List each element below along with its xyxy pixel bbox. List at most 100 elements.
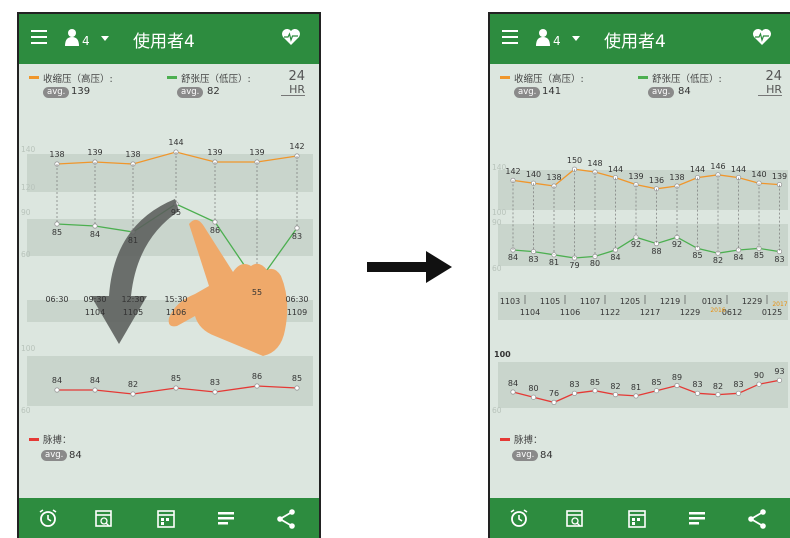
pulse-value-label: 85 [589, 377, 601, 387]
date-label: 0125 [761, 308, 783, 317]
diastolic-value-label: 84 [610, 253, 621, 262]
pulse-value-label: 83 [692, 380, 703, 390]
pulse-value-label: 84 [507, 379, 519, 388]
systolic-value-label: 144 [730, 164, 747, 174]
time-label: 15:30 [164, 295, 188, 304]
diastolic-value-label: 92 [671, 240, 683, 250]
pulse-value-label: 90 [753, 371, 765, 381]
alarm-icon[interactable] [508, 508, 530, 530]
pulse-point [571, 390, 578, 396]
date-label: 0103 [701, 297, 723, 306]
transition-arrow-head [426, 251, 452, 283]
pulse-point [674, 382, 680, 389]
pulse-point [694, 390, 701, 396]
diastolic-value-label: 85 [692, 251, 703, 261]
date-label: 1205 [619, 297, 641, 306]
pulse-value-label: 81 [630, 382, 642, 392]
diastolic-value-label: 84 [733, 253, 744, 262]
diastolic-value-label: 81 [127, 236, 139, 245]
systolic-value-label: 136 [648, 175, 665, 185]
pulse-value-label: 82 [712, 381, 724, 391]
year-label: 2017 [772, 301, 788, 308]
pulse-value-label: 76 [548, 389, 560, 399]
diastolic-value-label: 79 [569, 261, 580, 270]
pulse-value-label: 83 [569, 380, 580, 390]
systolic-value-label: 138 [49, 150, 65, 159]
pulse-point [653, 388, 660, 394]
pulse-value-label: 93 [774, 367, 785, 377]
date-label: 1106 [165, 308, 187, 317]
diastolic-value-label: 84 [89, 230, 101, 239]
diastolic-value-label: 83 [528, 254, 539, 264]
date-label: 1104 [84, 308, 106, 317]
systolic-value-label: 139 [628, 171, 644, 181]
pulse-legend-swatch [500, 438, 510, 441]
systolic-value-label: 148 [587, 159, 603, 168]
transition-arrow [367, 262, 429, 272]
list-icon[interactable] [215, 508, 237, 530]
pulse-value-label: 80 [528, 384, 539, 394]
pulse-value-label: 85 [291, 374, 303, 383]
systolic-value-label: 138 [125, 150, 141, 159]
pulse-point [715, 391, 721, 398]
date-label: 1104 [519, 308, 541, 317]
pulse-legend-swatch [29, 438, 39, 441]
systolic-value-label: 139 [207, 148, 223, 157]
diastolic-value-label: 95 [170, 208, 182, 217]
right-phone-screen: 4 使用者4 收缩压（高压）: avg. 141 舒张压（低压）: avg. 8… [488, 12, 790, 538]
systolic-value-label: 144 [607, 164, 624, 174]
pulse-value-label: 83 [733, 380, 744, 390]
date-label: 1217 [639, 308, 661, 317]
pulse-point [756, 381, 762, 387]
pulse-value-label: 86 [251, 372, 263, 381]
avg-badge: avg. [512, 450, 539, 461]
diastolic-value-label: 83 [291, 232, 303, 241]
calendar-icon[interactable] [155, 508, 177, 530]
alarm-icon[interactable] [37, 508, 59, 530]
date-label: 1106 [559, 308, 581, 317]
time-label: 12:30 [121, 295, 145, 304]
calendar-search-icon[interactable] [564, 508, 586, 530]
time-label: 06:30 [45, 295, 69, 304]
date-label: 1103 [499, 297, 521, 306]
time-label: 06:30 [285, 295, 309, 304]
systolic-value-label: 150 [566, 156, 583, 166]
avg-badge: avg. [41, 450, 68, 461]
systolic-value-label: 140 [751, 170, 767, 180]
pulse-value-label: 82 [127, 380, 139, 389]
share-icon[interactable] [275, 508, 297, 530]
list-icon[interactable] [686, 508, 708, 530]
systolic-value-label: 144 [168, 138, 184, 147]
diastolic-value-label: 81 [548, 257, 560, 267]
pulse-point [551, 399, 557, 405]
systolic-value-label: 139 [87, 148, 103, 157]
calendar-icon[interactable] [626, 508, 648, 530]
pulse-legend-label: 脉搏： [514, 435, 543, 446]
systolic-value-label: 139 [249, 148, 265, 157]
pulse-avg: 84 [69, 450, 82, 461]
pulse-avg: 84 [540, 450, 553, 461]
pulse-point [530, 394, 537, 400]
date-label: 1109 [286, 308, 308, 317]
diastolic-value-label: 82 [712, 256, 724, 266]
pulse-value-label: 85 [651, 377, 662, 387]
pulse-point [612, 391, 619, 398]
pulse-legend-label: 脉搏： [43, 435, 72, 446]
systolic-value-label: 142 [505, 167, 521, 177]
pulse-point [592, 388, 598, 394]
pulse-point [776, 377, 783, 383]
date-label: 1122 [599, 308, 621, 317]
pulse-value-label: 84 [89, 376, 101, 385]
calendar-search-icon[interactable] [93, 508, 115, 530]
diastolic-value-label: 88 [651, 246, 662, 256]
pulse-point [510, 389, 516, 395]
diastolic-value-label: 86 [209, 226, 221, 235]
share-icon[interactable] [746, 508, 768, 530]
systolic-value-label: 138 [669, 173, 685, 182]
time-label: 09:30 [83, 295, 107, 304]
systolic-value-label: 139 [771, 171, 788, 181]
systolic-value-label: 142 [289, 142, 305, 151]
pulse-value-label: 84 [51, 376, 63, 385]
systolic-value-label: 140 [525, 170, 542, 180]
year-label: 2016 [710, 307, 726, 314]
